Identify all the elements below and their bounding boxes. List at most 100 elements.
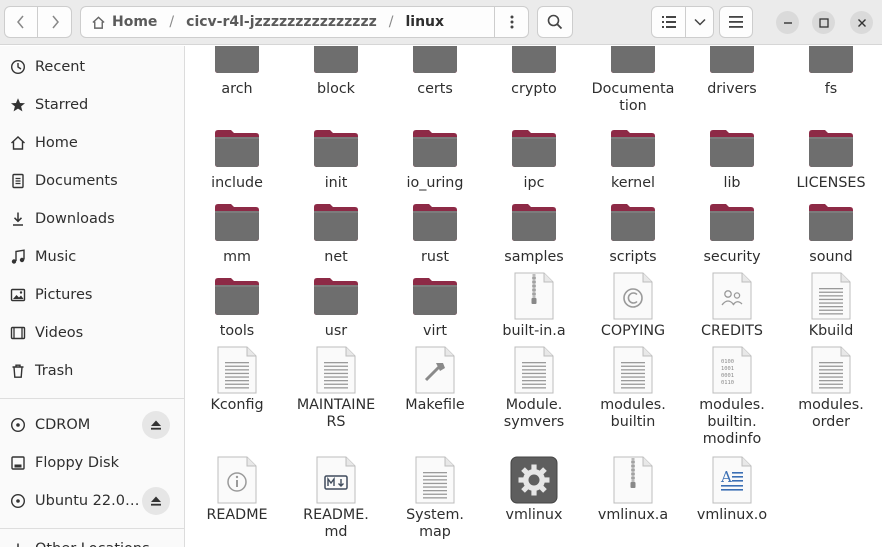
file-item[interactable]: Kconfig — [189, 346, 285, 414]
main-menu-button[interactable] — [719, 6, 753, 38]
file-name: COPYING — [600, 323, 666, 339]
maximize-icon — [818, 17, 829, 28]
folder-icon — [411, 272, 459, 320]
breadcrumb-home-label: Home — [112, 14, 158, 30]
file-item[interactable]: modules. builtin — [585, 346, 681, 431]
drive-icon — [10, 455, 26, 471]
folder-item[interactable]: ipc — [486, 124, 582, 192]
file-name: README. md — [303, 507, 369, 540]
sidebar-item-pictures[interactable]: Pictures — [0, 277, 184, 313]
breadcrumb-separator: / — [388, 14, 394, 30]
maximize-button[interactable] — [812, 11, 835, 34]
header-bar: Home / cicv-r4l-jzzzzzzzzzzzzzzz / linux — [0, 0, 882, 45]
folder-item[interactable]: lib — [684, 124, 780, 192]
folder-item[interactable]: scripts — [585, 198, 681, 266]
chevron-left-icon — [17, 15, 24, 29]
folder-item[interactable]: arch — [189, 46, 285, 98]
folder-item[interactable]: drivers — [684, 46, 780, 98]
file-name: vmlinux.a — [597, 507, 669, 523]
folder-icon — [510, 198, 558, 246]
folder-item[interactable]: init — [288, 124, 384, 192]
file-name: built-in.a — [502, 323, 566, 339]
eject-button[interactable] — [142, 411, 170, 439]
folder-item[interactable]: rust — [387, 198, 483, 266]
sidebar-item-recent[interactable]: Recent — [0, 49, 184, 85]
folder-icon — [609, 198, 657, 246]
sidebar-item-label: Starred — [35, 97, 89, 113]
folder-item[interactable]: tools — [189, 272, 285, 340]
folder-item[interactable]: block — [288, 46, 384, 98]
sidebar-item-starred[interactable]: Starred — [0, 87, 184, 123]
folder-item[interactable]: Documenta tion — [585, 46, 681, 115]
file-item[interactable]: README — [189, 456, 285, 524]
sidebar-item-music[interactable]: Music — [0, 239, 184, 275]
file-name: usr — [324, 323, 348, 339]
file-item[interactable]: CREDITS — [684, 272, 780, 340]
breadcrumb-home[interactable]: Home — [91, 14, 157, 30]
sidebar-item-label: Downloads — [35, 211, 115, 227]
file-item[interactable]: Module. symvers — [486, 346, 582, 431]
folder-item[interactable]: net — [288, 198, 384, 266]
folder-item[interactable]: sound — [783, 198, 879, 266]
file-name: block — [317, 81, 355, 97]
folder-item[interactable]: crypto — [486, 46, 582, 98]
sidebar-item-ubuntu-22-0[interactable]: Ubuntu 22.0… — [0, 483, 184, 519]
document-file-icon: A — [708, 456, 756, 504]
back-button[interactable] — [4, 6, 38, 38]
folder-item[interactable]: kernel — [585, 124, 681, 192]
file-name: fs — [824, 81, 838, 97]
folder-icon — [312, 198, 360, 246]
markdown-file-icon — [312, 456, 360, 504]
file-name: modules. builtin — [600, 397, 666, 430]
search-button[interactable] — [537, 6, 573, 38]
file-item[interactable]: Makefile — [387, 346, 483, 414]
svg-text:0001: 0001 — [721, 373, 734, 379]
sidebar-item-other-locations[interactable]: Other Locations — [0, 531, 184, 547]
folder-item[interactable]: samples — [486, 198, 582, 266]
folder-item[interactable]: certs — [387, 46, 483, 98]
file-item[interactable]: vmlinux.a — [585, 456, 681, 524]
sidebar-item-videos[interactable]: Videos — [0, 315, 184, 351]
file-item[interactable]: 0100 1001 0001 0110 modules. builtin. modinf… — [684, 346, 780, 448]
file-item[interactable]: vmlinux — [486, 456, 582, 524]
eject-button[interactable] — [142, 487, 170, 515]
file-item[interactable]: README. md — [288, 456, 384, 541]
archive-icon — [609, 456, 657, 504]
file-name: certs — [417, 81, 453, 97]
file-item[interactable]: COPYING — [585, 272, 681, 340]
close-button[interactable] — [850, 11, 873, 34]
sidebar-item-floppy-disk[interactable]: Floppy Disk — [0, 445, 184, 481]
file-item[interactable]: MAINTAINE RS — [288, 346, 384, 431]
sidebar-item-documents[interactable]: Documents — [0, 163, 184, 199]
file-item[interactable]: Kbuild — [783, 272, 879, 340]
sidebar-item-trash[interactable]: Trash — [0, 353, 184, 389]
breadcrumb-current[interactable]: linux — [405, 14, 444, 30]
file-item[interactable]: modules. order — [783, 346, 879, 431]
list-view-button[interactable] — [651, 6, 686, 38]
minimize-button[interactable] — [776, 11, 799, 34]
folder-item[interactable]: include — [189, 124, 285, 192]
folder-icon — [213, 198, 261, 246]
sidebar-item-label: Floppy Disk — [35, 455, 119, 471]
folder-item[interactable]: virt — [387, 272, 483, 340]
file-name: crypto — [511, 81, 557, 97]
path-menu-button[interactable] — [494, 6, 529, 38]
file-name: LICENSES — [796, 175, 866, 191]
folder-item[interactable]: security — [684, 198, 780, 266]
sidebar-item-home[interactable]: Home — [0, 125, 184, 161]
folder-item[interactable]: fs — [783, 46, 879, 98]
folder-item[interactable]: io_uring — [387, 124, 483, 192]
folder-item[interactable]: usr — [288, 272, 384, 340]
sidebar-item-downloads[interactable]: Downloads — [0, 201, 184, 237]
file-item[interactable]: System. map — [387, 456, 483, 541]
folder-item[interactable]: LICENSES — [783, 124, 879, 192]
forward-button[interactable] — [37, 6, 72, 38]
view-options-button[interactable] — [685, 6, 714, 38]
search-icon — [547, 14, 563, 30]
folder-item[interactable]: mm — [189, 198, 285, 266]
file-item[interactable]: Avmlinux.o — [684, 456, 780, 524]
file-name: net — [324, 249, 348, 265]
breadcrumb-folder[interactable]: cicv-r4l-jzzzzzzzzzzzzzzz — [186, 14, 377, 30]
sidebar-item-cdrom[interactable]: CDROM — [0, 407, 184, 443]
file-item[interactable]: built-in.a — [486, 272, 582, 340]
